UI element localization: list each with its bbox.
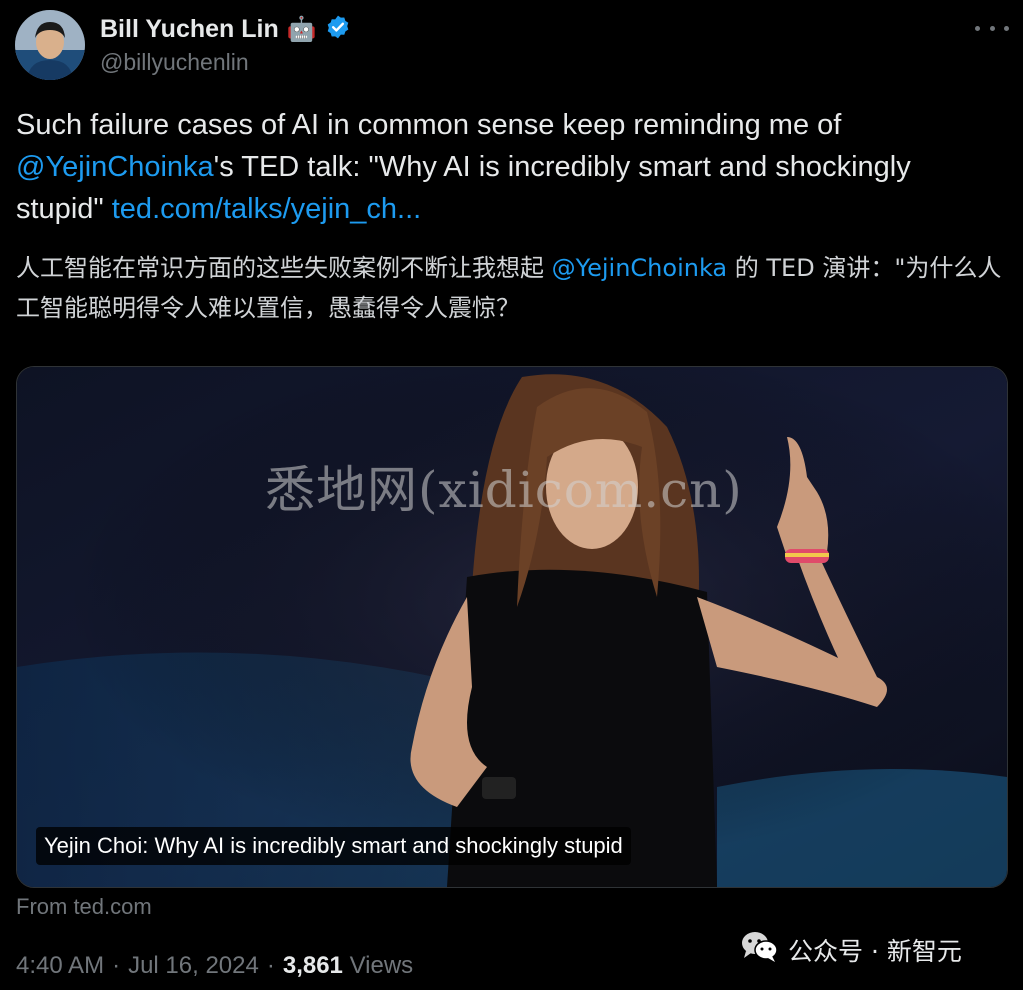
author-name-row: Bill Yuchen Lin 🤖 bbox=[100, 12, 351, 46]
tweet-time[interactable]: 4:40 AM bbox=[16, 952, 104, 980]
media-card-image[interactable] bbox=[16, 366, 1008, 888]
translation-part1: 人工智能在常识方面的这些失败案例不断让我想起 bbox=[16, 254, 552, 282]
tweet-text-part1: Such failure cases of AI in common sense… bbox=[16, 109, 842, 141]
wechat-account-mark: 公众号 · 新智元 bbox=[740, 930, 962, 970]
tweet-meta: 4:40 AM · Jul 16, 2024 · 3,861 Views bbox=[16, 952, 413, 980]
author-handle[interactable]: @billyuchenlin bbox=[100, 49, 249, 76]
card-caption: Yejin Choi: Why AI is incredibly smart a… bbox=[36, 827, 631, 865]
tweet-translation: 人工智能在常识方面的这些失败案例不断让我想起 @YejinChoinka 的 T… bbox=[16, 248, 1006, 328]
watermark: 悉地网(xidicom.cn) bbox=[265, 461, 743, 519]
wechat-label: 公众号 · 新智元 bbox=[788, 937, 962, 966]
mention-link[interactable]: @YejinChoinka bbox=[16, 151, 214, 183]
tweet-date[interactable]: Jul 16, 2024 bbox=[128, 952, 259, 980]
card-source[interactable]: From ted.com bbox=[16, 894, 152, 920]
translation-mention-link[interactable]: @YejinChoinka bbox=[552, 254, 728, 282]
wechat-icon bbox=[740, 930, 780, 970]
meta-separator: · bbox=[112, 952, 121, 979]
robot-emoji: 🤖 bbox=[286, 15, 317, 43]
views-label: Views bbox=[349, 952, 414, 979]
views-count: 3,861 bbox=[282, 952, 343, 979]
avatar[interactable] bbox=[15, 10, 85, 80]
meta-separator: · bbox=[266, 952, 275, 979]
tweet-text: Such failure cases of AI in common sense… bbox=[16, 104, 1006, 230]
more-options-icon[interactable] bbox=[975, 18, 1009, 38]
verified-badge-icon[interactable] bbox=[325, 14, 351, 45]
author-name[interactable]: Bill Yuchen Lin bbox=[100, 15, 279, 44]
ted-link[interactable]: ted.com/talks/yejin_ch... bbox=[112, 193, 421, 225]
